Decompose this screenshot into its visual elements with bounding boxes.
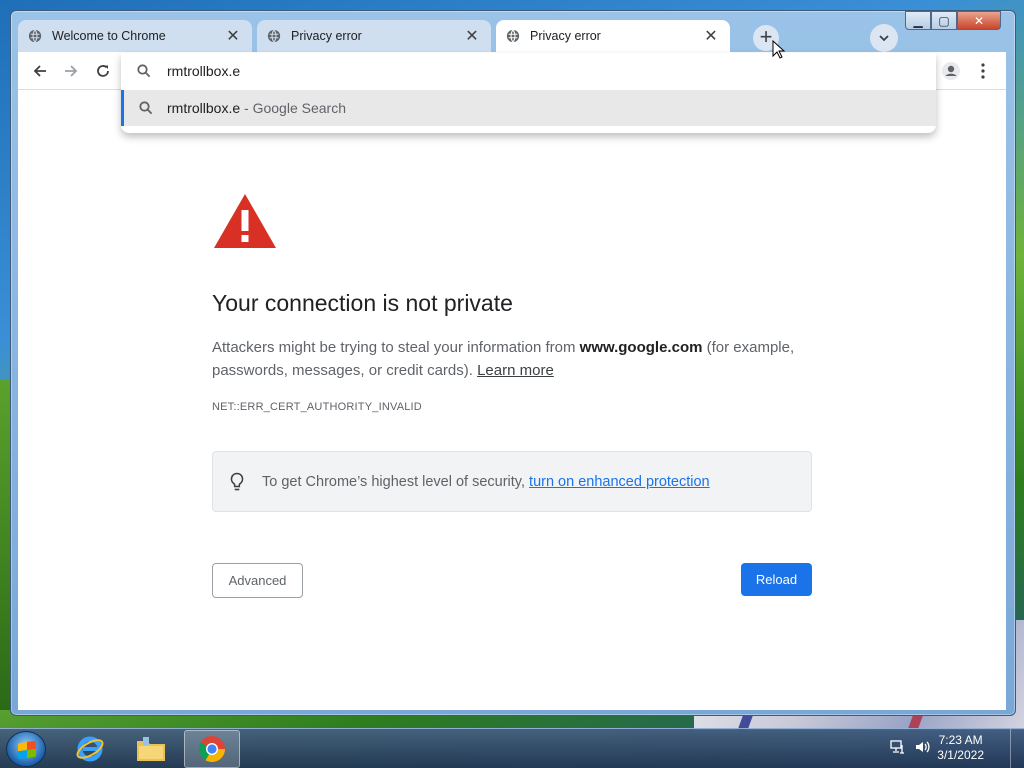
tab-close-icon[interactable]: ✕ — [702, 26, 720, 46]
advanced-button[interactable]: Advanced — [212, 563, 303, 598]
page-title: Your connection is not private — [212, 290, 513, 316]
back-arrow-icon — [33, 65, 46, 77]
reload-toolbar-button[interactable] — [90, 58, 116, 84]
warning-triangle-icon — [214, 194, 276, 248]
learn-more-link[interactable]: Learn more — [477, 362, 554, 379]
clock-time: 7:23 AM — [938, 733, 983, 747]
taskbar-internet-explorer[interactable] — [62, 730, 118, 768]
omnibox-dropdown: rmtrollbox.e rmtrollbox.e - Google Searc… — [121, 53, 936, 133]
tab-privacy-error[interactable]: Privacy error ✕ — [257, 20, 491, 52]
globe-icon — [506, 29, 520, 43]
tab-label: Welcome to Chrome — [52, 29, 166, 43]
back-button[interactable] — [27, 58, 53, 84]
chrome-icon — [198, 736, 226, 763]
chevron-down-icon — [879, 35, 889, 42]
tab-close-icon[interactable]: ✕ — [224, 26, 242, 46]
enhanced-protection-link[interactable]: turn on enhanced protection — [529, 474, 710, 490]
globe-icon — [28, 29, 42, 43]
page-content: Your connection is not private Attackers… — [18, 90, 1006, 710]
profile-icon — [942, 62, 960, 80]
folder-icon — [137, 737, 165, 761]
description-prefix: Attackers might be trying to steal your … — [212, 339, 580, 356]
protection-text: To get Chrome’s highest level of securit… — [262, 473, 530, 490]
forward-arrow-icon — [65, 65, 78, 77]
clock-date: 3/1/2022 — [937, 748, 984, 762]
kebab-menu-icon — [981, 63, 985, 79]
suggestion-suffix: - Google Search — [240, 100, 346, 116]
enhanced-protection-box: To get Chrome’s highest level of securit… — [212, 451, 812, 512]
error-code: NET::ERR_CERT_AUTHORITY_INVALID — [212, 401, 422, 413]
omnibox-input[interactable]: rmtrollbox.e — [167, 63, 240, 79]
mouse-cursor-icon — [772, 40, 786, 59]
profile-button[interactable] — [938, 58, 964, 84]
tab-welcome[interactable]: Welcome to Chrome ✕ — [18, 20, 252, 52]
reload-icon — [97, 65, 109, 77]
menu-button[interactable] — [970, 58, 996, 84]
tab-label: Privacy error — [291, 29, 362, 43]
error-description: Attackers might be trying to steal your … — [212, 336, 822, 382]
search-icon — [124, 101, 167, 115]
system-tray — [890, 739, 932, 758]
volume-icon[interactable] — [914, 739, 932, 758]
tab-privacy-error-active[interactable]: Privacy error ✕ — [496, 20, 730, 52]
reload-button[interactable]: Reload — [741, 563, 812, 596]
system-clock[interactable]: 7:23 AM 3/1/2022 — [937, 733, 984, 763]
omnibox-suggestion[interactable]: rmtrollbox.e - Google Search — [121, 90, 936, 126]
tab-close-icon[interactable]: ✕ — [463, 26, 481, 46]
network-icon[interactable] — [890, 739, 906, 758]
show-desktop-button[interactable] — [1010, 729, 1024, 768]
lightbulb-icon — [229, 472, 247, 492]
taskbar: 7:23 AM 3/1/2022 — [0, 728, 1024, 768]
search-icon — [121, 64, 167, 78]
taskbar-file-explorer[interactable] — [123, 730, 179, 768]
tab-strip: Welcome to Chrome ✕ Privacy error ✕ Priv… — [18, 10, 998, 52]
tab-label: Privacy error — [530, 29, 601, 43]
internet-explorer-icon — [76, 736, 104, 762]
globe-icon — [267, 29, 281, 43]
start-button[interactable] — [6, 731, 46, 767]
omnibox-input-row[interactable]: rmtrollbox.e — [121, 53, 936, 89]
domain-name: www.google.com — [579, 339, 703, 356]
suggestion-text: rmtrollbox.e — [167, 100, 241, 116]
tab-search-button[interactable] — [870, 24, 898, 52]
taskbar-chrome[interactable] — [184, 730, 240, 768]
forward-button[interactable] — [58, 58, 84, 84]
